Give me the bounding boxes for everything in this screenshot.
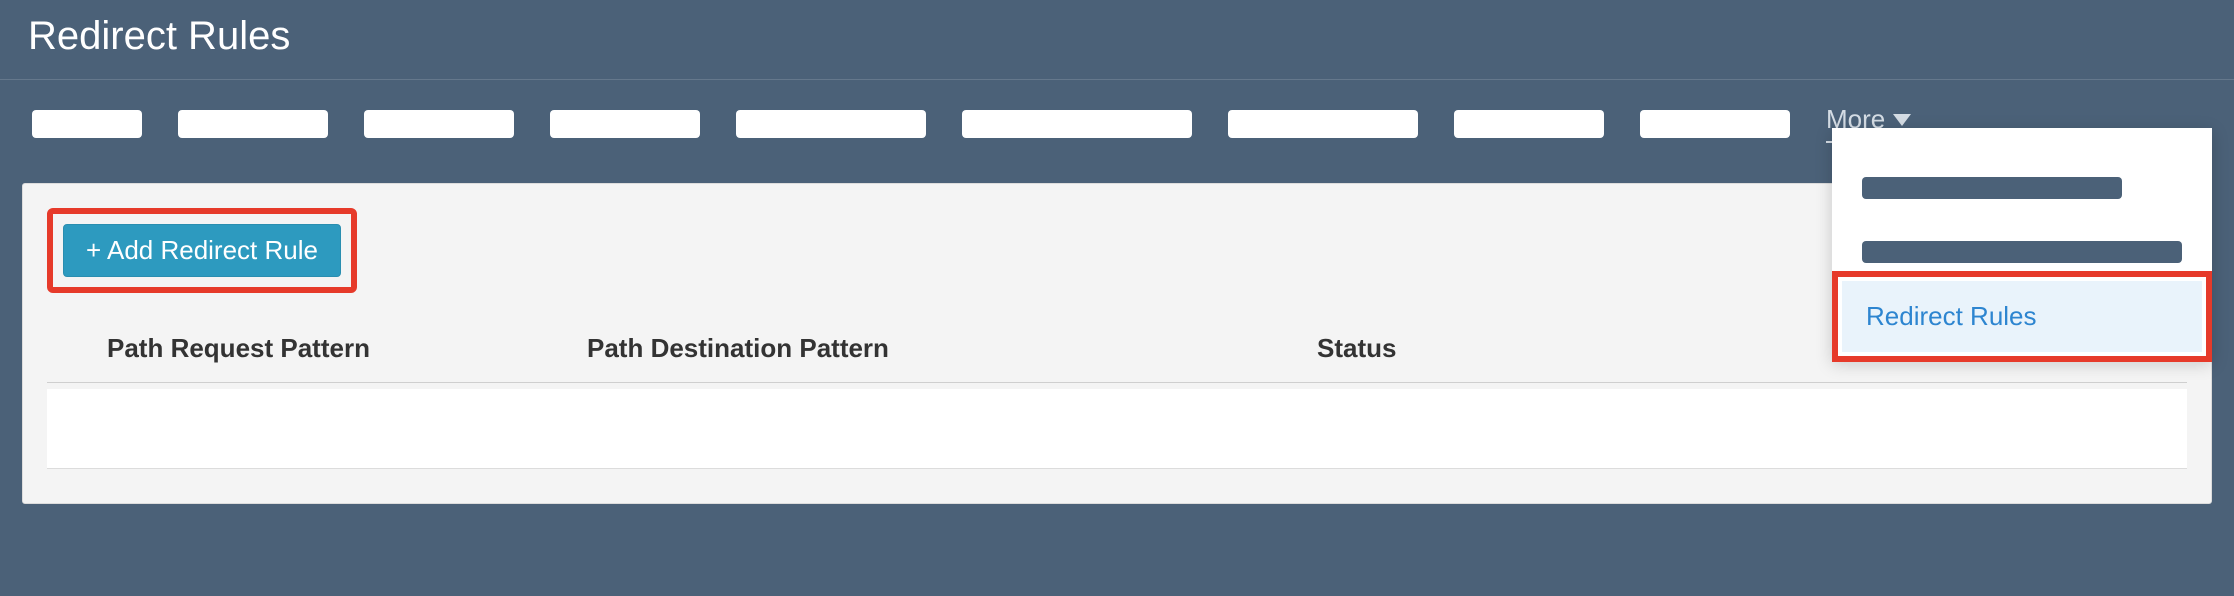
column-status: Status <box>1317 333 1617 364</box>
tab-placeholder[interactable] <box>1454 110 1604 138</box>
highlight-box: Redirect Rules <box>1832 271 2212 362</box>
dropdown-item-placeholder <box>1862 241 2182 263</box>
column-path-destination: Path Destination Pattern <box>587 333 1317 364</box>
dropdown-item-redirect-rules[interactable]: Redirect Rules <box>1832 284 2212 348</box>
highlight-box: + Add Redirect Rule <box>47 208 357 293</box>
tab-placeholder[interactable] <box>1228 110 1418 138</box>
tab-placeholder[interactable] <box>736 110 926 138</box>
tabbar: More Redirect Rules <box>0 80 2234 153</box>
tab-placeholder[interactable] <box>178 110 328 138</box>
tab-placeholder[interactable] <box>1640 110 1790 138</box>
dropdown-item-placeholder <box>1862 177 2122 199</box>
more-dropdown: Redirect Rules <box>1832 128 2212 360</box>
tab-placeholder[interactable] <box>32 110 142 138</box>
add-redirect-rule-button[interactable]: + Add Redirect Rule <box>63 224 341 277</box>
table-row[interactable] <box>47 389 2187 469</box>
column-path-request: Path Request Pattern <box>107 333 587 364</box>
chevron-down-icon <box>1893 114 1911 126</box>
tab-placeholder[interactable] <box>962 110 1192 138</box>
dropdown-item-label: Redirect Rules <box>1842 281 2202 352</box>
dropdown-item[interactable] <box>1832 156 2212 220</box>
tab-placeholder[interactable] <box>364 110 514 138</box>
page-title: Redirect Rules <box>0 0 2234 80</box>
tab-placeholder[interactable] <box>550 110 700 138</box>
